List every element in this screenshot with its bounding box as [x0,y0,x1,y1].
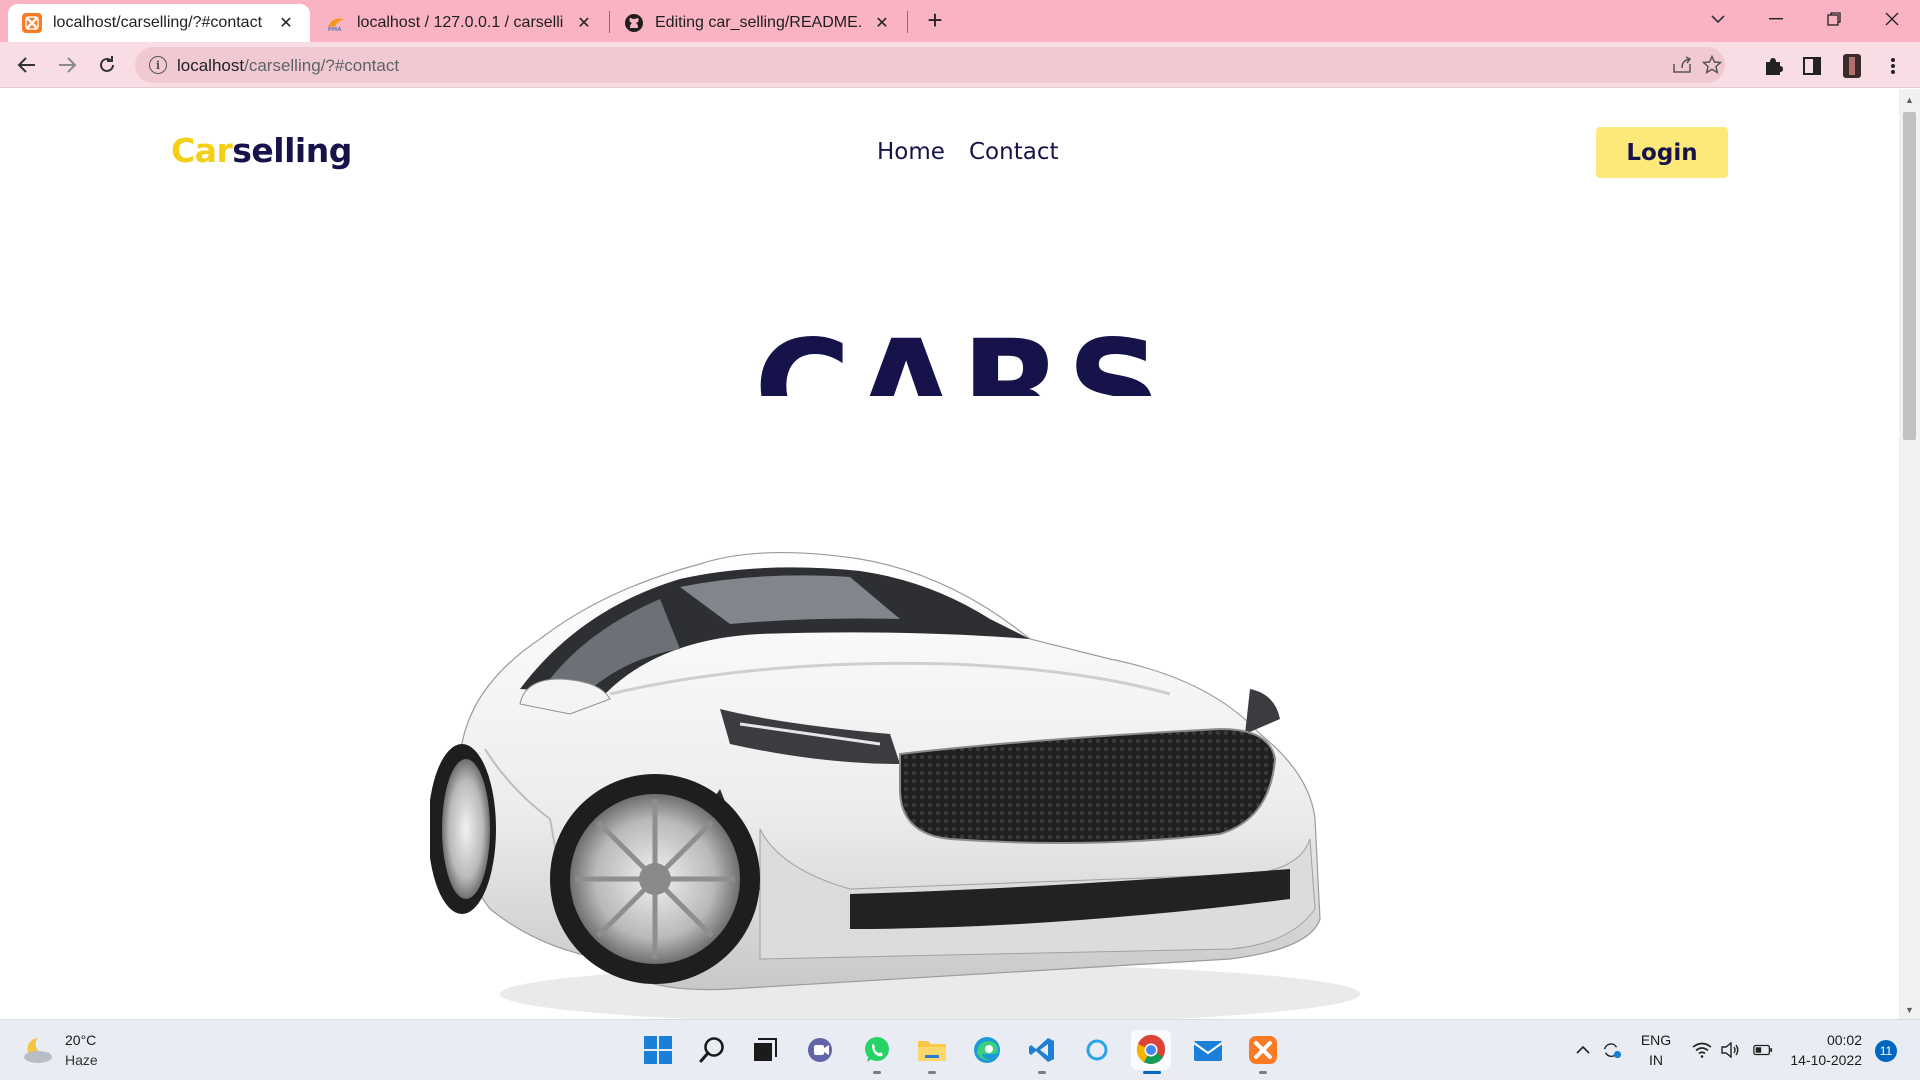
logo-car-text: Car [171,131,233,170]
clock-time[interactable]: 00:02 [1790,1032,1862,1048]
search-icon[interactable] [692,1030,732,1070]
windows-taskbar: 20°C Haze ENG IN 00:02 14-10-2022 11 [0,1019,1920,1080]
share-icon[interactable] [1672,55,1692,75]
region-indicator[interactable]: IN [1637,1052,1675,1068]
logo-selling-text: selling [232,131,352,170]
show-hidden-icons-chevron-icon[interactable] [1573,1040,1593,1060]
github-icon [624,13,644,33]
scrollbar-thumb[interactable] [1903,112,1916,440]
running-indicator [928,1071,936,1074]
close-window-icon[interactable] [1864,0,1920,38]
battery-icon[interactable] [1753,1040,1773,1060]
teams-chat-icon[interactable] [801,1030,841,1070]
weather-description: Haze [65,1052,98,1068]
browser-tab-bar: localhost/carselling/?#contact ✕ PMA loc… [0,0,1920,42]
edge-icon[interactable] [967,1030,1007,1070]
url-path: /carselling/?#contact [244,56,400,75]
address-bar[interactable]: i localhost/carselling/?#contact [135,47,1725,83]
hero-car-image [428,489,1420,1019]
sync-status-icon[interactable] [1602,1040,1622,1060]
extensions-puzzle-icon[interactable] [1762,55,1784,77]
web-page: Carselling Home Contact Login CARS [0,89,1899,1019]
file-explorer-icon[interactable] [912,1030,952,1070]
whatsapp-icon[interactable] [857,1030,897,1070]
hero-heading: CARS [754,312,1166,396]
nav-contact-link[interactable]: Contact [969,139,1058,165]
task-view-icon[interactable] [745,1030,785,1070]
login-button[interactable]: Login [1596,127,1728,178]
wifi-icon[interactable] [1692,1040,1712,1060]
close-tab-icon[interactable]: ✕ [872,13,892,33]
start-icon[interactable] [638,1030,678,1070]
volume-icon[interactable] [1720,1040,1740,1060]
cortana-icon[interactable] [1077,1030,1117,1070]
running-indicator [873,1071,881,1074]
url-host: localhost [177,56,245,75]
minimize-icon[interactable] [1748,0,1804,38]
tab-title: localhost / 127.0.0.1 / carselling / [357,14,564,31]
mail-icon[interactable] [1188,1030,1228,1070]
active-app-indicator [1143,1071,1161,1074]
chrome-icon[interactable] [1131,1030,1171,1070]
bookmark-star-icon[interactable] [1702,55,1722,75]
scroll-down-icon[interactable]: ▼ [1903,1004,1916,1016]
nav-home-link[interactable]: Home [877,139,945,165]
profile-avatar[interactable] [1841,54,1863,78]
restore-icon[interactable] [1806,0,1862,38]
weather-temperature: 20°C [65,1032,97,1048]
running-indicator [1259,1071,1267,1074]
xampp-icon[interactable] [1243,1030,1283,1070]
url-text: localhost/carselling/?#contact [177,56,399,76]
close-tab-icon[interactable]: ✕ [276,13,296,33]
tab-search-icon[interactable] [1690,0,1746,38]
reload-icon[interactable] [92,50,122,80]
tab-separator [907,11,908,33]
site-logo[interactable]: Carselling [171,131,352,170]
tab-github[interactable]: Editing car_selling/README.md a ✕ [610,4,906,42]
close-tab-icon[interactable]: ✕ [574,13,594,33]
notification-badge[interactable]: 11 [1875,1040,1897,1062]
scroll-up-icon[interactable]: ▲ [1903,94,1916,106]
tab-title: localhost/carselling/?#contact [53,14,263,31]
forward-icon[interactable] [52,50,82,80]
weather-moon-icon[interactable] [22,1034,56,1064]
site-info-icon[interactable]: i [149,56,167,74]
back-icon[interactable] [12,50,42,80]
tab-phpmyadmin[interactable]: PMA localhost / 127.0.0.1 / carselling /… [312,4,608,42]
browser-toolbar: i localhost/carselling/?#contact [0,42,1920,88]
new-tab-button[interactable]: + [921,5,949,35]
phpmyadmin-icon: PMA [326,13,346,33]
svg-text:PMA: PMA [328,27,342,33]
vscode-icon[interactable] [1022,1030,1062,1070]
menu-kebab-icon[interactable] [1882,55,1904,77]
clock-date[interactable]: 14-10-2022 [1790,1052,1862,1068]
tab-carselling[interactable]: localhost/carselling/?#contact ✕ [8,4,310,42]
tab-title: Editing car_selling/README.md a [655,14,862,31]
xampp-icon [22,13,42,33]
side-panel-icon[interactable] [1801,55,1823,77]
running-indicator [1038,1071,1046,1074]
hero-heading-clip: CARS [700,305,1220,396]
language-indicator[interactable]: ENG [1637,1032,1675,1048]
